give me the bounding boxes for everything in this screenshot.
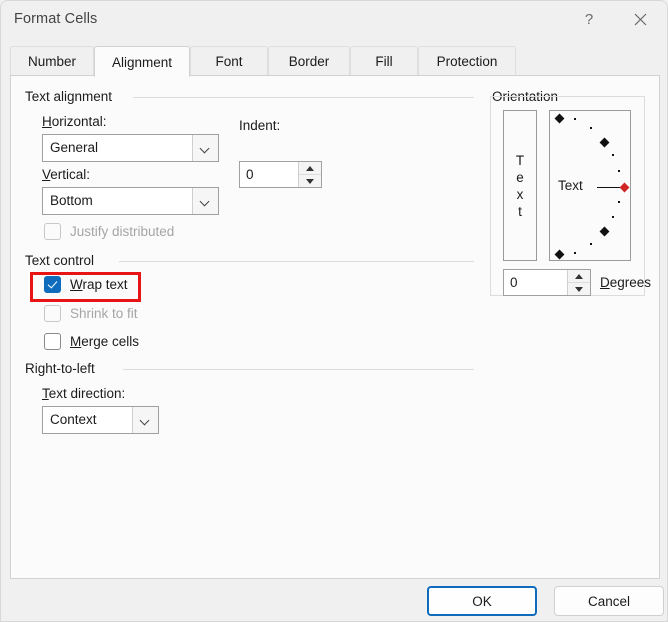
orientation-mark-m45[interactable] xyxy=(599,226,610,237)
tab-border[interactable]: Border xyxy=(268,46,350,76)
horizontal-combobox-arrow[interactable] xyxy=(192,135,218,161)
wrap-text-label: Wrap text xyxy=(70,277,128,292)
question-mark-icon: ? xyxy=(584,11,594,28)
close-icon xyxy=(634,13,646,26)
tab-font[interactable]: Font xyxy=(190,46,268,76)
alignment-tab-panel: Text alignment Horizontal: General Inden… xyxy=(10,75,660,579)
indent-value: 0 xyxy=(246,167,254,182)
wrap-text-checkbox[interactable]: Wrap text xyxy=(44,276,128,293)
merge-cells-label: Merge cells xyxy=(70,334,140,349)
orientation-mark-60[interactable] xyxy=(590,127,593,130)
cancel-button[interactable]: Cancel xyxy=(554,586,664,616)
vertical-combobox[interactable]: Bottom xyxy=(42,187,219,215)
indent-stepper[interactable]: 0 xyxy=(239,161,322,188)
indent-increment-button[interactable] xyxy=(299,162,321,175)
checkbox-box xyxy=(44,333,61,350)
group-separator-right-to-left xyxy=(123,369,474,370)
group-label-text-alignment: Text alignment xyxy=(25,89,120,104)
tab-number[interactable]: Number xyxy=(10,46,94,76)
group-label-right-to-left: Right-to-left xyxy=(25,361,102,376)
text-direction-combobox-arrow[interactable] xyxy=(132,407,158,433)
group-separator-text-alignment xyxy=(133,97,474,98)
horizontal-combobox[interactable]: General xyxy=(42,134,219,162)
orientation-mark-15[interactable] xyxy=(618,170,621,173)
group-label-text-control: Text control xyxy=(25,253,102,268)
vertical-text-letter: e xyxy=(516,169,524,185)
horizontal-label: Horizontal: xyxy=(42,114,107,129)
orientation-mark-m90[interactable] xyxy=(554,249,565,260)
checkbox-box xyxy=(44,276,61,293)
close-button[interactable] xyxy=(618,1,662,38)
orientation-handle[interactable] xyxy=(619,182,630,193)
degrees-label: Degrees xyxy=(600,275,652,290)
vertical-label: Vertical: xyxy=(42,167,91,182)
orientation-mark-m60[interactable] xyxy=(590,243,593,246)
triangle-down-icon xyxy=(575,286,583,292)
indent-stepper-buttons xyxy=(298,162,321,187)
shrink-to-fit-label: Shrink to fit xyxy=(70,306,138,321)
format-cells-dialog: Format Cells ? Number Alignment Font Bor… xyxy=(0,0,668,622)
checkbox-box xyxy=(44,305,61,322)
chevron-down-icon xyxy=(141,416,150,425)
help-button[interactable]: ? xyxy=(567,1,611,38)
indent-label: Indent: xyxy=(239,118,281,133)
vertical-text-letter: T xyxy=(515,152,525,168)
triangle-up-icon xyxy=(306,165,314,171)
orientation-mark-30[interactable] xyxy=(612,154,615,157)
triangle-down-icon xyxy=(306,178,314,184)
degrees-stepper-buttons xyxy=(567,270,590,295)
vertical-combobox-arrow[interactable] xyxy=(192,188,218,214)
merge-cells-checkbox[interactable]: Merge cells xyxy=(44,333,139,350)
shrink-to-fit-checkbox[interactable]: Shrink to fit xyxy=(44,305,138,322)
triangle-up-icon xyxy=(575,273,583,279)
degrees-value: 0 xyxy=(510,275,518,290)
text-direction-combobox[interactable]: Context xyxy=(42,406,159,434)
orientation-dial[interactable]: Text xyxy=(549,110,631,261)
chevron-down-icon xyxy=(201,144,210,153)
text-direction-label: Text direction: xyxy=(42,386,126,401)
vertical-combobox-value: Bottom xyxy=(50,193,93,208)
justify-distributed-label: Justify distributed xyxy=(70,224,175,239)
indent-decrement-button[interactable] xyxy=(299,175,321,187)
horizontal-combobox-value: General xyxy=(50,140,99,155)
justify-distributed-checkbox[interactable]: Justify distributed xyxy=(44,223,174,240)
tab-protection[interactable]: Protection xyxy=(418,46,516,76)
tab-strip: Number Alignment Font Border Fill Protec… xyxy=(10,46,660,77)
vertical-text-letter: x xyxy=(516,186,524,202)
orientation-mark-75[interactable] xyxy=(574,118,577,121)
tab-alignment[interactable]: Alignment xyxy=(94,46,190,77)
text-direction-combobox-value: Context xyxy=(50,412,97,427)
ok-button[interactable]: OK xyxy=(427,586,537,616)
window-title: Format Cells xyxy=(14,11,98,27)
group-separator-text-control xyxy=(119,261,474,262)
degrees-decrement-button[interactable] xyxy=(568,283,590,295)
vertical-text-letter: t xyxy=(518,203,522,219)
orientation-mark-m30[interactable] xyxy=(612,216,615,219)
vertical-text-preview[interactable]: T e x t xyxy=(503,110,537,261)
orientation-mark-m15[interactable] xyxy=(618,201,621,204)
checkbox-box xyxy=(44,223,61,240)
orientation-mark-45[interactable] xyxy=(599,137,610,148)
degrees-stepper[interactable]: 0 xyxy=(503,269,591,296)
chevron-down-icon xyxy=(201,197,210,206)
tab-fill[interactable]: Fill xyxy=(350,46,418,76)
orientation-mark-90[interactable] xyxy=(554,113,565,124)
title-bar: Format Cells ? xyxy=(1,1,667,39)
orientation-mark-m75[interactable] xyxy=(574,252,577,255)
orientation-dial-label: Text xyxy=(558,178,583,193)
degrees-increment-button[interactable] xyxy=(568,270,590,283)
